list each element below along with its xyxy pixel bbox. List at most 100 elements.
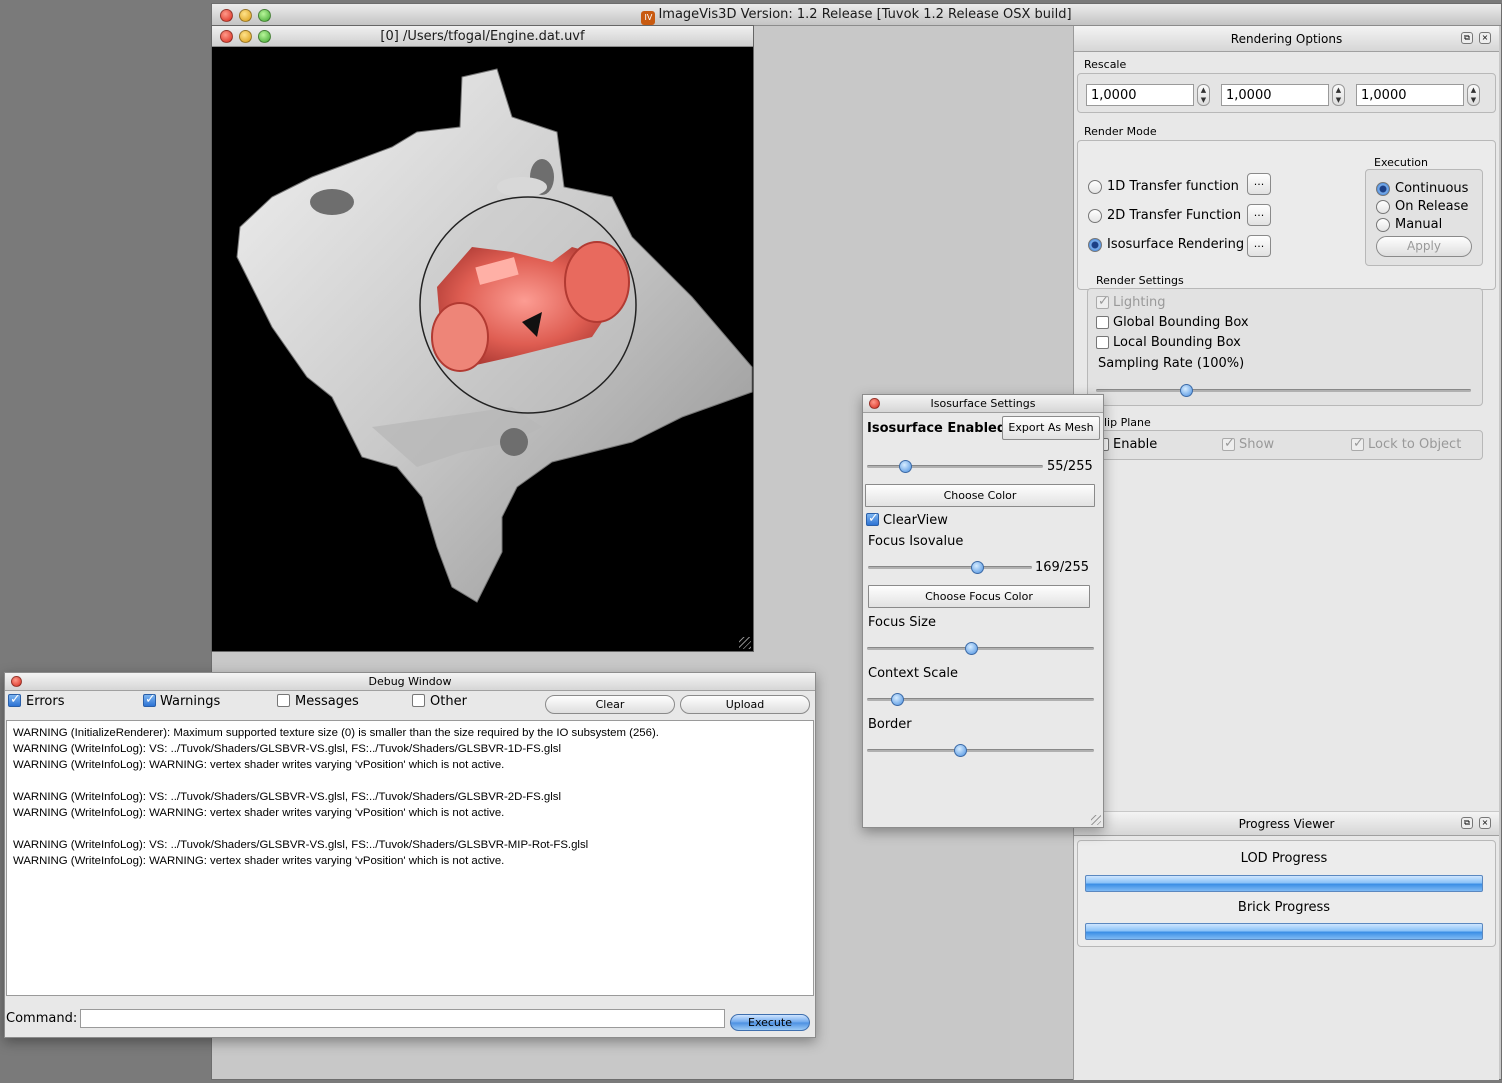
clip-show-label: Show [1239, 437, 1275, 452]
resize-grip-icon[interactable] [739, 637, 751, 649]
radio-2d-tf[interactable] [1088, 209, 1102, 223]
border-label: Border [868, 717, 912, 732]
clip-lock-checkbox[interactable] [1351, 436, 1364, 451]
undock-icon[interactable]: ⧉ [1461, 32, 1473, 44]
brick-progress-bar [1085, 923, 1483, 940]
context-scale-knob[interactable] [891, 693, 904, 706]
lod-progress-label: LOD Progress [1240, 851, 1328, 866]
close-icon[interactable] [220, 30, 233, 43]
command-input[interactable] [80, 1009, 725, 1028]
1d-tf-more-button[interactable]: ... [1247, 173, 1271, 195]
lighting-checkbox[interactable] [1096, 294, 1109, 309]
minimize-icon[interactable] [239, 30, 252, 43]
isosurface-enabled-label: Isosurface Enabled [867, 421, 1007, 436]
errors-label: Errors [26, 694, 65, 709]
log-line: WARNING (WriteInfoLog): WARNING: vertex … [13, 759, 505, 771]
clip-show-checkbox[interactable] [1222, 436, 1235, 451]
2d-tf-more-button[interactable]: ... [1247, 204, 1271, 226]
context-scale-slider[interactable] [867, 693, 1094, 706]
focus-size-knob[interactable] [965, 642, 978, 655]
choose-color-button[interactable]: Choose Color [865, 484, 1095, 507]
radio-1d-tf-label: 1D Transfer function [1107, 179, 1239, 194]
isovalue-readout: 55/255 [1047, 459, 1093, 474]
focus-size-slider[interactable] [867, 642, 1094, 655]
focus-isovalue-label: Focus Isovalue [868, 534, 964, 549]
focus-isovalue-slider[interactable] [868, 561, 1032, 574]
window-controls [220, 9, 271, 22]
border-knob[interactable] [954, 744, 967, 757]
warnings-checkbox[interactable] [143, 692, 156, 707]
clearview-label: ClearView [883, 513, 948, 528]
focus-isovalue-knob[interactable] [971, 561, 984, 574]
brick-progress-label: Brick Progress [1237, 900, 1331, 915]
radio-isosurface-label: Isosurface Rendering [1107, 237, 1245, 252]
debug-log[interactable]: WARNING (InitializeRenderer): Maximum su… [6, 720, 814, 996]
clearview-checkbox[interactable] [866, 511, 879, 526]
undock-icon[interactable]: ⧉ [1461, 817, 1473, 829]
lighting-label: Lighting [1113, 295, 1166, 310]
other-label: Other [430, 694, 467, 709]
isovalue-knob[interactable] [899, 460, 912, 473]
sampling-rate-slider[interactable] [1096, 384, 1471, 397]
global-bbox-checkbox[interactable] [1096, 316, 1109, 329]
volume-render-view[interactable] [212, 47, 753, 651]
rescale-y-stepper[interactable]: ▲ ▼ [1332, 84, 1345, 106]
warnings-label: Warnings [160, 694, 221, 709]
close-icon[interactable]: × [1479, 817, 1491, 829]
focus-size-label: Focus Size [868, 615, 936, 630]
clip-lock-label: Lock to Object [1368, 437, 1462, 452]
main-titlebar[interactable]: IV ImageVis3D Version: 1.2 Release [Tuvok… [212, 4, 1501, 26]
debug-titlebar[interactable]: Debug Window [5, 673, 815, 691]
upload-button[interactable]: Upload [680, 695, 810, 714]
rendering-options-titlebar[interactable]: Rendering Options ⧉ × [1074, 26, 1499, 52]
rescale-label: Rescale [1084, 58, 1127, 71]
radio-isosurface[interactable] [1088, 238, 1102, 252]
radio-on-release[interactable] [1376, 200, 1390, 214]
close-icon[interactable]: × [1479, 32, 1491, 44]
command-label: Command: [6, 1011, 78, 1026]
log-line: WARNING (WriteInfoLog): WARNING: vertex … [13, 855, 505, 867]
isovalue-slider[interactable] [867, 460, 1043, 473]
rescale-x-input[interactable]: 1,0000 [1086, 84, 1194, 106]
radio-continuous[interactable] [1376, 182, 1390, 196]
global-bbox-label: Global Bounding Box [1113, 315, 1249, 330]
minimize-icon[interactable] [239, 9, 252, 22]
execute-button[interactable]: Execute [730, 1014, 810, 1031]
progress-viewer-titlebar[interactable]: Progress Viewer ⧉ × [1074, 812, 1499, 836]
rescale-y-input[interactable]: 1,0000 [1221, 84, 1329, 106]
clear-button[interactable]: Clear [545, 695, 675, 714]
radio-manual[interactable] [1376, 218, 1390, 232]
rescale-z-input[interactable]: 1,0000 [1356, 84, 1464, 106]
messages-checkbox[interactable] [277, 694, 290, 707]
radio-1d-tf[interactable] [1088, 180, 1102, 194]
border-slider[interactable] [867, 744, 1094, 757]
rendering-options-panel: Rendering Options ⧉ × Rescale 1,0000 ▲ ▼ … [1073, 26, 1499, 811]
radio-manual-label: Manual [1395, 217, 1443, 232]
close-icon[interactable] [869, 398, 880, 409]
errors-checkbox[interactable] [8, 692, 21, 707]
export-mesh-button[interactable]: Export As Mesh [1002, 416, 1100, 440]
rescale-z-stepper[interactable]: ▲ ▼ [1467, 84, 1480, 106]
render-titlebar[interactable]: [0] /Users/tfogal/Engine.dat.uvf [212, 26, 753, 47]
render-window: [0] /Users/tfogal/Engine.dat.uvf [211, 25, 754, 652]
close-icon[interactable] [220, 9, 233, 22]
render-mode-label: Render Mode [1084, 125, 1157, 138]
local-bbox-checkbox[interactable] [1096, 336, 1109, 349]
zoom-icon[interactable] [258, 9, 271, 22]
sampling-rate-knob[interactable] [1180, 384, 1193, 397]
log-line: WARNING (WriteInfoLog): VS: ../Tuvok/Sha… [13, 743, 561, 755]
other-checkbox[interactable] [412, 694, 425, 707]
choose-focus-color-button[interactable]: Choose Focus Color [868, 585, 1090, 608]
lod-progress-bar [1085, 875, 1483, 892]
rescale-x-stepper[interactable]: ▲ ▼ [1197, 84, 1210, 106]
isosurface-titlebar[interactable]: Isosurface Settings [863, 395, 1103, 413]
zoom-icon[interactable] [258, 30, 271, 43]
close-icon[interactable] [11, 676, 22, 687]
isosurface-more-button[interactable]: ... [1247, 235, 1271, 257]
render-settings-label: Render Settings [1096, 274, 1184, 287]
clearview-focus-lens [419, 196, 637, 414]
app-logo-icon: IV [641, 11, 656, 25]
resize-grip-icon[interactable] [1091, 815, 1101, 825]
context-scale-label: Context Scale [868, 666, 959, 681]
apply-button[interactable]: Apply [1376, 236, 1472, 257]
